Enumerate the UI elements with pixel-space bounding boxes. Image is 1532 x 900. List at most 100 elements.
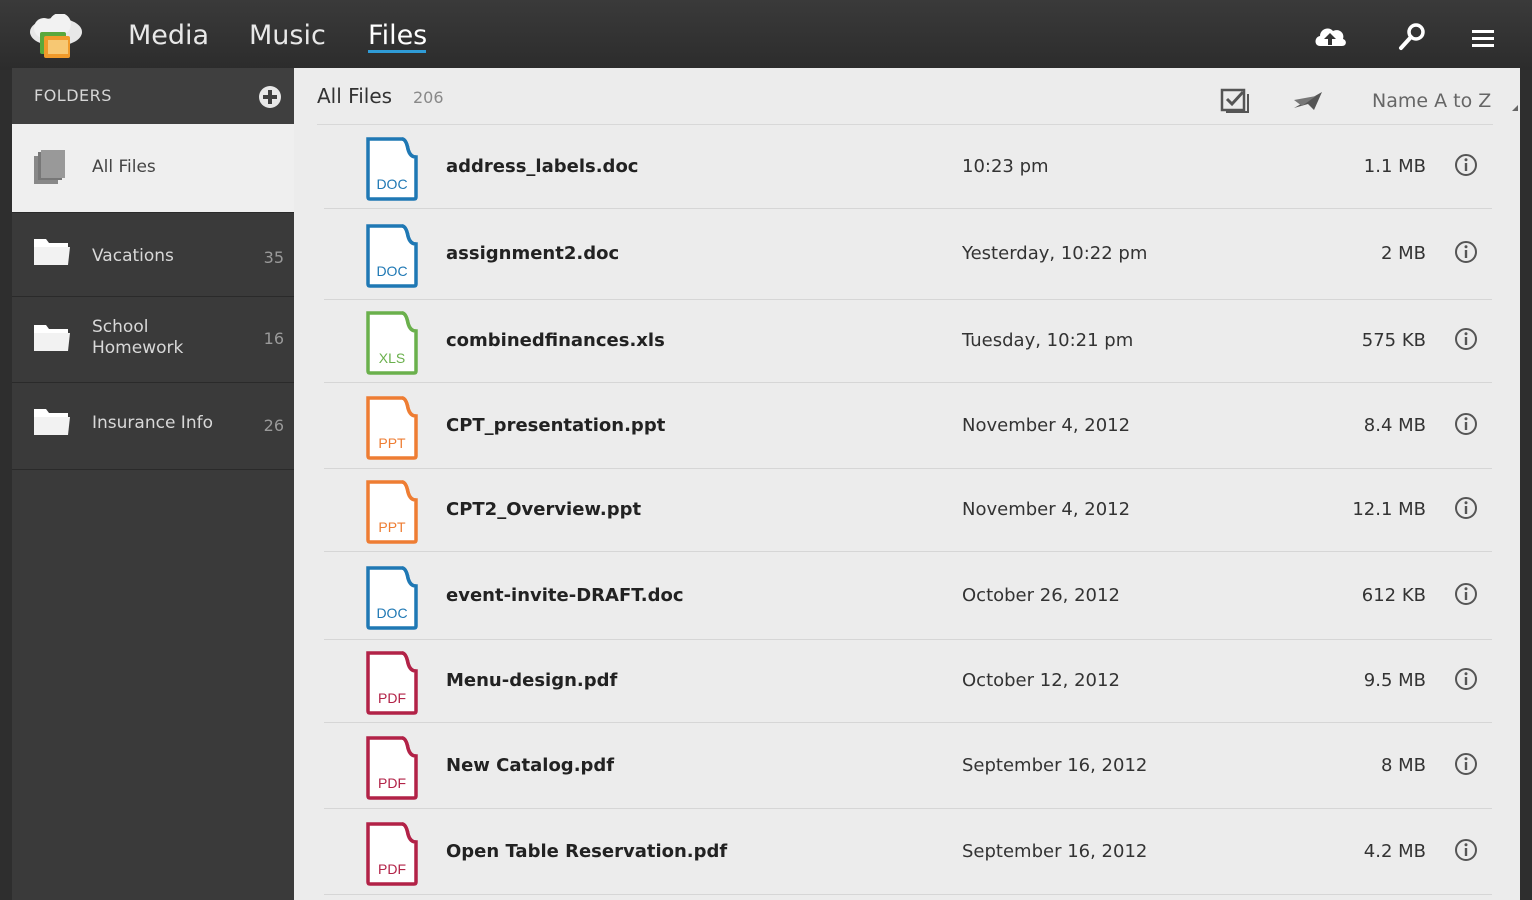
top-bar: Media Music Files: [0, 0, 1532, 70]
file-date: September 16, 2012: [962, 755, 1148, 776]
folder-icon: [34, 325, 70, 351]
file-name: Menu-design.pdf: [446, 670, 618, 691]
info-icon[interactable]: [1454, 838, 1478, 862]
file-date: September 16, 2012: [962, 841, 1148, 862]
xls-file-icon: XLS: [366, 311, 418, 375]
folder-icon: [34, 239, 70, 265]
file-size: 575 KB: [1361, 330, 1426, 351]
info-icon[interactable]: [1454, 582, 1478, 606]
sidebar-item-all-files[interactable]: All Files: [12, 124, 294, 213]
pdf-file-icon: PDF: [366, 651, 418, 715]
pdf-file-icon: PDF: [366, 736, 418, 800]
info-icon[interactable]: [1454, 496, 1478, 520]
file-date: November 4, 2012: [962, 415, 1131, 436]
info-icon[interactable]: [1454, 327, 1478, 351]
svg-text:PPT: PPT: [378, 519, 406, 535]
pdf-file-icon: PDF: [366, 822, 418, 886]
file-size: 12.1 MB: [1352, 499, 1426, 520]
ppt-file-icon: PPT: [366, 480, 418, 544]
folder-count: 26: [263, 416, 284, 435]
file-date: October 26, 2012: [962, 585, 1120, 606]
sidebar-item-insurance-info[interactable]: Insurance Info 26: [12, 383, 294, 470]
file-name: New Catalog.pdf: [446, 755, 615, 776]
file-name: CPT_presentation.ppt: [446, 415, 666, 436]
svg-text:DOC: DOC: [376, 263, 407, 279]
file-row[interactable]: XLS combinedfinances.xls Tuesday, 10:21 pm…: [324, 300, 1492, 383]
page-title: All Files: [317, 84, 393, 108]
sidebar: FOLDERS All Files Vacations 35 School Ho: [12, 68, 294, 900]
folder-count: 16: [263, 329, 284, 348]
file-name: event-invite-DRAFT.doc: [446, 585, 684, 606]
tab-music[interactable]: Music: [249, 18, 326, 54]
file-row[interactable]: DOC assignment2.doc Yesterday, 10:22 pm 2 M…: [324, 209, 1492, 300]
file-row[interactable]: PPT CPT2_Overview.ppt November 4, 2012 12.1…: [324, 469, 1492, 552]
file-date: October 12, 2012: [962, 670, 1120, 691]
info-icon[interactable]: [1454, 752, 1478, 776]
svg-text:PPT: PPT: [378, 435, 406, 451]
file-row[interactable]: PDF Menu-design.pdf October 12, 2012 9.5 MB: [324, 640, 1492, 723]
file-size: 4.2 MB: [1363, 841, 1426, 862]
select-checkbox-icon[interactable]: [1220, 86, 1252, 114]
tab-media[interactable]: Media: [128, 18, 209, 54]
wrench-icon[interactable]: [1394, 20, 1430, 54]
add-folder-icon[interactable]: [258, 85, 282, 109]
file-row[interactable]: DOC address_labels.doc 10:23 pm 1.1 MB: [324, 125, 1492, 209]
active-tab-indicator: [368, 50, 426, 53]
doc-file-icon: DOC: [366, 566, 418, 630]
files-stack-icon: [34, 150, 65, 184]
file-size: 9.5 MB: [1363, 670, 1426, 691]
file-count: 206: [413, 88, 444, 107]
sort-dropdown[interactable]: Name A to Z: [1372, 90, 1491, 112]
sidebar-item-label-line2: Homework: [92, 338, 184, 358]
sidebar-item-label-line1: School: [92, 317, 149, 337]
sidebar-item-school-homework[interactable]: School Homework 16: [12, 297, 294, 383]
info-icon[interactable]: [1454, 412, 1478, 436]
main-content: All Files 206 Name A to Z DOC address_lab…: [294, 68, 1520, 900]
sidebar-item-label: Vacations: [92, 246, 174, 266]
info-icon[interactable]: [1454, 240, 1478, 264]
cloud-upload-icon[interactable]: [1312, 20, 1348, 54]
file-date: November 4, 2012: [962, 499, 1131, 520]
file-size: 8 MB: [1380, 755, 1426, 776]
doc-file-icon: DOC: [366, 137, 418, 201]
file-name: CPT2_Overview.ppt: [446, 499, 642, 520]
file-date: Tuesday, 10:21 pm: [962, 330, 1134, 351]
file-date: 10:23 pm: [962, 156, 1049, 177]
folders-title: FOLDERS: [34, 86, 112, 105]
folder-icon: [34, 409, 70, 435]
folders-header: FOLDERS: [12, 68, 294, 124]
file-size: 1.1 MB: [1363, 156, 1426, 177]
file-size: 2 MB: [1380, 243, 1426, 264]
ppt-file-icon: PPT: [366, 396, 418, 460]
file-row[interactable]: DOC event-invite-DRAFT.doc October 26, 201…: [324, 552, 1492, 640]
menu-icon[interactable]: [1466, 20, 1502, 54]
svg-text:XLS: XLS: [379, 350, 405, 366]
doc-file-icon: DOC: [366, 224, 418, 288]
file-date: Yesterday, 10:22 pm: [962, 243, 1148, 264]
file-size: 612 KB: [1361, 585, 1426, 606]
sidebar-item-label: School Homework: [92, 317, 183, 359]
share-send-icon[interactable]: [1292, 86, 1324, 114]
svg-text:PDF: PDF: [378, 775, 406, 791]
app-logo-icon: [30, 14, 82, 58]
file-row[interactable]: PDF Open Table Reservation.pdf September 1…: [324, 809, 1492, 895]
file-row[interactable]: PDF New Catalog.pdf September 16, 2012 8 MB: [324, 723, 1492, 809]
file-row[interactable]: PPT CPT_presentation.ppt November 4, 2012 8…: [324, 383, 1492, 469]
file-name: Open Table Reservation.pdf: [446, 841, 728, 862]
svg-text:PDF: PDF: [378, 690, 406, 706]
file-name: address_labels.doc: [446, 156, 639, 177]
tab-files[interactable]: Files: [368, 18, 427, 54]
file-name: combinedfinances.xls: [446, 330, 665, 351]
svg-text:DOC: DOC: [376, 176, 407, 192]
sort-caret-icon: [1512, 105, 1518, 111]
content-header: All Files 206 Name A to Z: [317, 68, 1518, 125]
sidebar-item-label: Insurance Info: [92, 413, 213, 433]
info-icon[interactable]: [1454, 153, 1478, 177]
file-name: assignment2.doc: [446, 243, 620, 264]
folder-count: 35: [263, 248, 284, 267]
sidebar-item-label: All Files: [92, 157, 156, 177]
svg-text:PDF: PDF: [378, 861, 406, 877]
file-size: 8.4 MB: [1363, 415, 1426, 436]
sidebar-item-vacations[interactable]: Vacations 35: [12, 213, 294, 297]
info-icon[interactable]: [1454, 667, 1478, 691]
